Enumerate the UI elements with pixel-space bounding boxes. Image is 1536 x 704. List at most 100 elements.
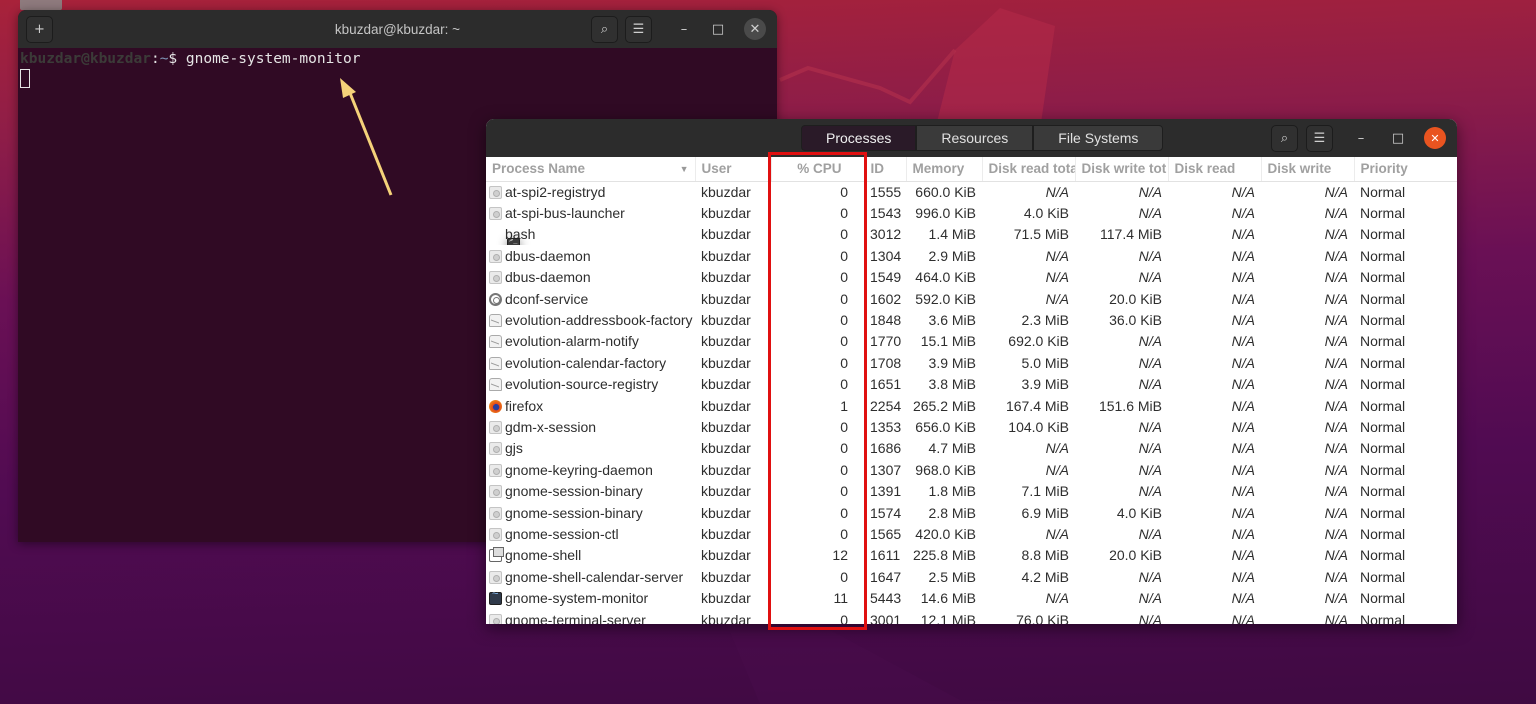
column-header-memory[interactable]: Memory	[906, 157, 983, 182]
table-row[interactable]: dbus-daemon kbuzdar 0 1549 464.0 KiB N/A N/A N/…	[486, 267, 1457, 288]
tab-processes[interactable]: Processes	[801, 125, 917, 151]
column-header-user[interactable]: User	[695, 157, 772, 182]
cell-priority: Normal	[1360, 312, 1406, 329]
cell-priority: Normal	[1360, 290, 1406, 307]
cell-cpu: 0	[840, 568, 848, 585]
table-row[interactable]: bash kbuzdar 0 3012 1.4 MiB 71.5 MiB 117.4 MiB…	[486, 224, 1457, 246]
column-header-process-name[interactable]: Process Name ▼	[486, 157, 696, 182]
cell-disk-write-total: 20.0 KiB	[1109, 290, 1162, 307]
terminal-search-button[interactable]: ⌕	[591, 16, 618, 43]
cell-memory: 1.4 MiB	[928, 226, 976, 243]
process-name-text: gnome-system-monitor	[505, 590, 649, 607]
hamburger-menu-icon: ☰	[632, 22, 645, 37]
table-row[interactable]: dbus-daemon kbuzdar 0 1304 2.9 MiB N/A N/A N/A N…	[486, 245, 1457, 266]
column-label: Disk write tot	[1081, 161, 1167, 177]
cell-disk-read-total: 4.2 MiB	[1021, 568, 1069, 585]
table-row[interactable]: gnome-keyring-daemon kbuzdar 0 1307 968.0 Ki…	[486, 459, 1457, 480]
cell-disk-read-total: 104.0 KiB	[1008, 418, 1069, 435]
cell-memory: 420.0 KiB	[915, 525, 976, 542]
cell-id: 1686	[870, 440, 902, 457]
table-row[interactable]: firefox kbuzdar 1 2254 265.2 MiB 167.4 MiB 151…	[486, 395, 1457, 416]
cell-disk-write: N/A	[1324, 590, 1348, 607]
column-label: Disk write	[1267, 161, 1332, 177]
sysmon-maximize-button[interactable]: □	[1387, 127, 1409, 149]
table-row[interactable]: at-spi2-registryd kbuzdar 0 1555 660.0 KiB N/…	[486, 181, 1457, 202]
table-row[interactable]: evolution-calendar-factory kbuzdar 0 1708 3.…	[486, 352, 1457, 373]
cell-disk-write: N/A	[1324, 247, 1348, 264]
tab-file-systems[interactable]: File Systems	[1033, 125, 1164, 151]
table-row[interactable]: gnome-shell-calendar-server kbuzdar 0 1647 2…	[486, 566, 1457, 587]
cell-priority: Normal	[1360, 590, 1406, 607]
cell-disk-write-total: N/A	[1138, 333, 1162, 350]
table-row[interactable]: gnome-terminal-server kbuzdar 0 3001 12.1 Mi…	[486, 609, 1457, 624]
sysmon-menu-button[interactable]: ☰	[1306, 125, 1333, 152]
cell-memory: 12.1 MiB	[920, 611, 976, 625]
terminal-maximize-button[interactable]: □	[707, 18, 729, 40]
column-label: Disk read	[1174, 161, 1236, 177]
minimize-icon: –	[1357, 130, 1365, 146]
table-row[interactable]: gnome-session-binary kbuzdar 0 1574 2.8 MiB 6…	[486, 502, 1457, 523]
cell-disk-read-total: 7.1 MiB	[1021, 483, 1069, 500]
cell-disk-write: N/A	[1324, 440, 1348, 457]
process-name-text: gnome-terminal-server	[505, 611, 646, 625]
terminal-menu-button[interactable]: ☰	[625, 16, 652, 43]
generic-process-icon	[489, 420, 502, 434]
cell-disk-read: N/A	[1231, 183, 1255, 200]
cell-cpu: 0	[840, 376, 848, 393]
process-table-container[interactable]: Process Name ▼ User % CPU ID Memory Disk …	[486, 157, 1457, 624]
table-row[interactable]: evolution-alarm-notify kbuzdar 0 1770 15.1 M…	[486, 331, 1457, 352]
terminal-process-icon	[507, 238, 520, 246]
cell-id: 1848	[870, 312, 902, 329]
cell-user: kbuzdar	[701, 525, 751, 542]
system-monitor-header-bar: Processes Resources File Systems ⌕ ☰ – □…	[486, 119, 1457, 157]
table-row[interactable]: gnome-shell kbuzdar 12 1611 225.8 MiB 8.8 MiB…	[486, 545, 1457, 566]
column-header-id[interactable]: ID	[864, 157, 907, 182]
table-row[interactable]: gjs kbuzdar 0 1686 4.7 MiB N/A N/A N/A N/A Normal	[486, 438, 1457, 459]
cell-id: 1574	[870, 504, 902, 521]
column-header-disk-write[interactable]: Disk write	[1261, 157, 1355, 182]
table-row[interactable]: at-spi-bus-launcher kbuzdar 0 1543 996.0 KiB…	[486, 202, 1457, 223]
process-name-text: gnome-session-binary	[505, 504, 643, 521]
shell-process-icon	[489, 547, 504, 563]
cell-id: 1391	[870, 483, 902, 500]
column-header-disk-read[interactable]: Disk read	[1168, 157, 1262, 182]
cell-disk-read: N/A	[1231, 568, 1255, 585]
terminal-close-button[interactable]: ✕	[744, 18, 766, 40]
table-row[interactable]: gnome-session-binary kbuzdar 0 1391 1.8 MiB 7…	[486, 480, 1457, 501]
terminal-output[interactable]: kbuzdar@kbuzdar:~$ gnome-system-monitor	[18, 48, 777, 90]
cell-id: 3001	[870, 611, 902, 625]
process-table: Process Name ▼ User % CPU ID Memory Disk …	[486, 157, 1457, 624]
table-row[interactable]: dconf-service kbuzdar 0 1602 592.0 KiB N/A 20.…	[486, 288, 1457, 309]
column-label: ID	[870, 161, 885, 177]
dconf-process-icon	[489, 292, 502, 306]
cell-process-name: gjs	[486, 438, 695, 459]
cell-user: kbuzdar	[701, 483, 751, 500]
table-row[interactable]: gnome-session-ctl kbuzdar 0 1565 420.0 KiB N/…	[486, 523, 1457, 544]
process-search-button[interactable]: ⌕	[1271, 125, 1298, 152]
cell-disk-write-total: N/A	[1138, 183, 1162, 200]
cell-disk-write: N/A	[1324, 312, 1348, 329]
column-header-disk-read-total[interactable]: Disk read total	[982, 157, 1076, 182]
desktop-home-icon[interactable]	[20, 0, 62, 10]
cell-memory: 3.9 MiB	[928, 354, 976, 371]
cell-disk-read: N/A	[1231, 440, 1255, 457]
cell-user: kbuzdar	[701, 590, 751, 607]
evolution-process-icon	[489, 314, 502, 328]
sysmon-minimize-button[interactable]: –	[1350, 127, 1372, 149]
terminal-minimize-button[interactable]: –	[673, 18, 695, 40]
column-header-cpu[interactable]: % CPU	[771, 157, 865, 182]
column-header-disk-write-total[interactable]: Disk write tot	[1075, 157, 1169, 182]
table-row[interactable]: evolution-source-registry kbuzdar 0 1651 3.8…	[486, 374, 1457, 395]
sysmon-close-button[interactable]: ✕	[1424, 127, 1446, 149]
tab-resources[interactable]: Resources	[916, 125, 1034, 151]
cell-cpu: 0	[840, 333, 848, 350]
table-row[interactable]: gdm-x-session kbuzdar 0 1353 656.0 KiB 104.0 …	[486, 416, 1457, 437]
table-row[interactable]: evolution-addressbook-factory kbuzdar 0 184…	[486, 309, 1457, 330]
cell-disk-write-total: 151.6 MiB	[1098, 397, 1162, 414]
cell-priority: Normal	[1360, 376, 1406, 393]
cell-disk-write: N/A	[1324, 269, 1348, 286]
cell-disk-read-total: 692.0 KiB	[1008, 333, 1069, 350]
column-header-priority[interactable]: Priority	[1354, 157, 1457, 182]
cell-cpu: 0	[840, 183, 848, 200]
table-row[interactable]: gnome-system-monitor kbuzdar 11 5443 14.6 Mi…	[486, 587, 1457, 608]
